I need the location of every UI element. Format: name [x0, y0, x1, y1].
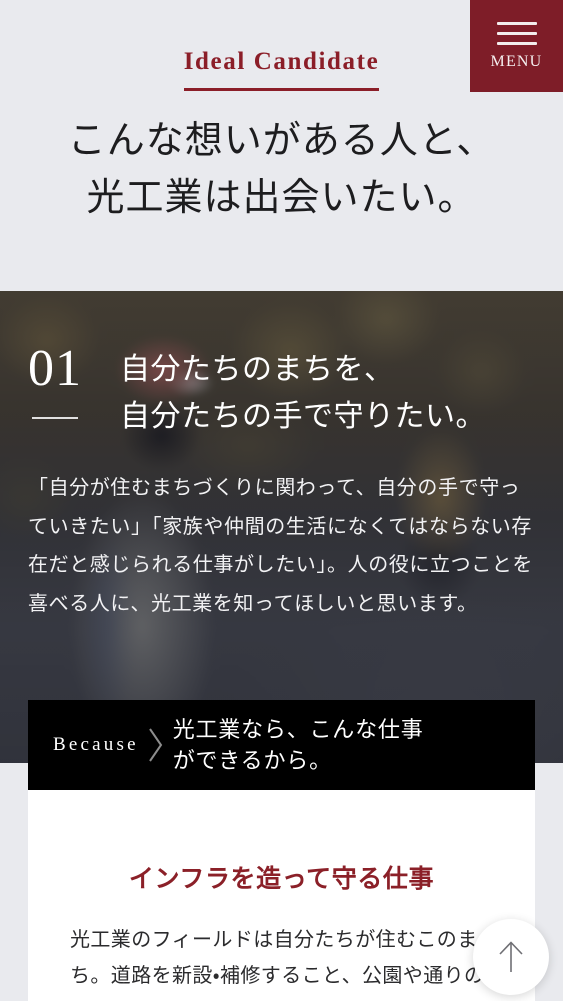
- hamburger-bar-3: [496, 42, 537, 45]
- page-title-line-1: こんな想いがある人と、: [67, 119, 496, 162]
- section-body-text: 「自分が住むまちづくりに関わって、自分の手で守っていきたい」「家族や仲間の生活に…: [28, 477, 533, 615]
- menu-button-label: MENU: [490, 53, 543, 70]
- chevron-right-icon: [139, 726, 173, 764]
- hamburger-bar-1: [496, 22, 537, 25]
- section-number-block: 01: [28, 343, 120, 419]
- page-title-line-2: 光工業は出会いたい。: [86, 177, 477, 220]
- menu-button[interactable]: MENU: [470, 0, 563, 92]
- info-card: インフラを造って守る仕事 光工業のフィールドは自分たちが住むこのまち。道路を新設…: [28, 763, 535, 1001]
- section-heading-row: 01 自分たちのまちを、 自分たちの手で守りたい。: [28, 343, 539, 440]
- because-text-line-2: ができるから。: [172, 748, 332, 773]
- because-text: 光工業なら、こんな仕事 ができるから。: [173, 714, 424, 776]
- because-band: Because 光工業なら、こんな仕事 ができるから。: [28, 700, 535, 790]
- arrow-up-icon: [499, 941, 523, 972]
- hamburger-icon: [496, 22, 537, 45]
- hamburger-bar-2: [496, 32, 537, 35]
- section-number: 01: [28, 340, 82, 397]
- section-heading-line-1: 自分たちのまちを、: [120, 353, 395, 386]
- section-heading-line-2: 自分たちの手で守りたい。: [120, 399, 486, 433]
- page-title: こんな想いがある人と、 光工業は出会いたい。: [0, 113, 563, 229]
- section-heading: 自分たちのまちを、 自分たちの手で守りたい。: [120, 343, 486, 440]
- photo-content: 01 自分たちのまちを、 自分たちの手で守りたい。 「自分が住むまちづくりに関わ…: [0, 291, 563, 763]
- section-number-rule: [32, 417, 78, 419]
- hero-photo-section: 01 自分たちのまちを、 自分たちの手で守りたい。 「自分が住むまちづくりに関わ…: [0, 291, 563, 763]
- card-body-text: 光工業のフィールドは自分たちが住むこのまち。道路を新設・補修すること、公園や通り…: [70, 928, 485, 987]
- scroll-to-top-button[interactable]: [473, 919, 549, 995]
- card-heading: インフラを造って守る仕事: [128, 865, 435, 893]
- section-eyebrow: Ideal Candidate: [183, 48, 380, 91]
- because-label: Because: [53, 734, 139, 755]
- because-text-line-1: 光工業なら、こんな仕事: [172, 716, 424, 742]
- page-root: Ideal Candidate こんな想いがある人と、 光工業は出会いたい。 M…: [0, 0, 563, 1001]
